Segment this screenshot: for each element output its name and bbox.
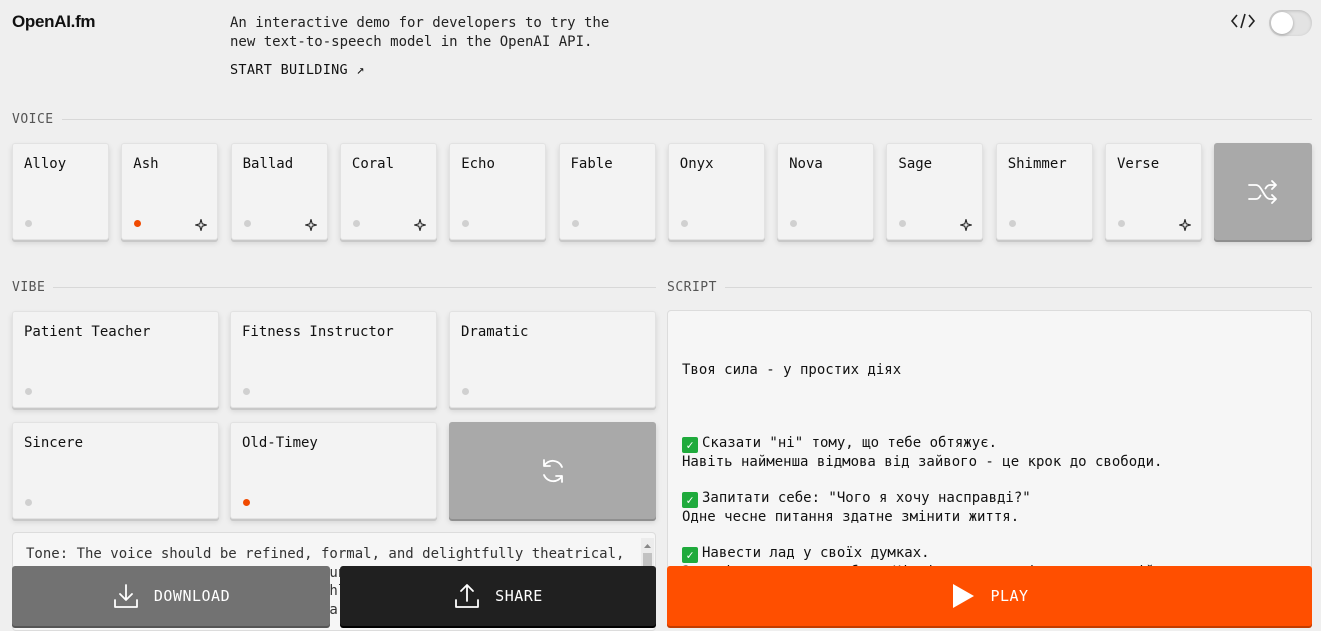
play-button[interactable]: PLAY — [667, 566, 1312, 626]
voice-label: Ash — [133, 156, 159, 172]
unselected-indicator — [1118, 220, 1125, 227]
unselected-indicator — [462, 220, 470, 227]
script-item: ✓ Сказати "ні" тому, що тебе обтяжує. Наві… — [682, 434, 1297, 471]
voice-option-nova[interactable]: Nova — [777, 143, 875, 240]
logo[interactable]: OpenAI.fm — [12, 12, 96, 32]
script-item: ✓ Запитати себе: "Чого я хочу насправді?"… — [682, 489, 1297, 526]
voice-option-echo[interactable]: Echo — [449, 143, 547, 240]
voice-label: Alloy — [24, 156, 67, 172]
voice-label: Sage — [898, 156, 933, 172]
download-button[interactable]: DOWNLOAD — [12, 566, 330, 626]
vibe-option-old-timey[interactable]: Old-Timey — [230, 422, 437, 519]
script-item-heading: Сказати "ні" тому, що тебе обтяжує. — [702, 435, 998, 452]
voice-option-verse[interactable]: Verse — [1105, 143, 1202, 240]
sparkle-icon — [960, 219, 973, 231]
voice-option-coral[interactable]: Coral — [339, 143, 437, 240]
play-icon — [953, 584, 975, 608]
voice-option-ballad[interactable]: Ballad — [230, 143, 328, 240]
voice-option-sage[interactable]: Sage — [886, 143, 984, 240]
voice-label: VOICE — [12, 112, 54, 127]
voice-label: Ballad — [242, 156, 294, 172]
refresh-icon — [542, 458, 563, 483]
unselected-indicator — [243, 388, 250, 395]
sparkle-icon — [304, 219, 317, 231]
check-icon: ✓ — [682, 437, 698, 454]
sparkle-icon — [413, 219, 426, 231]
sparkle-icon — [1179, 219, 1191, 231]
vibe-label: Patient Teacher — [24, 324, 151, 340]
refresh-vibes-button[interactable] — [449, 422, 656, 519]
voice-option-ash[interactable]: Ash — [121, 143, 219, 240]
voice-option-shimmer[interactable]: Shimmer — [995, 143, 1093, 240]
unselected-indicator — [571, 220, 579, 227]
unselected-indicator — [25, 499, 32, 506]
download-label: DOWNLOAD — [153, 587, 231, 605]
sparkle-icon — [195, 219, 208, 231]
download-icon — [113, 584, 138, 608]
script-item-body: Навіть найменша відмова від зайвого - це… — [682, 454, 1163, 471]
intro-text: An interactive demo for developers to tr… — [230, 15, 610, 50]
voice-section-header: VOICE — [12, 112, 1312, 127]
vibe-label: Dramatic — [461, 324, 529, 340]
vibe-label: Sincere — [24, 435, 84, 451]
dev-mode-toggle[interactable] — [1269, 10, 1312, 36]
vibe-option-patient-teacher[interactable]: Patient Teacher — [12, 311, 219, 408]
script-textarea[interactable]: Твоя сила - у простих діях ✓ Сказати "ні"… — [667, 310, 1312, 570]
voice-label: Coral — [351, 156, 395, 172]
vibe-label: VIBE — [12, 280, 46, 295]
vibe-label: Old-Timey — [242, 435, 318, 451]
vibe-option-sincere[interactable]: Sincere — [12, 422, 219, 519]
start-building-link[interactable]: START BUILDING ↗ — [230, 62, 365, 78]
script-item-body: Одне чесне питання здатне змінити життя. — [682, 509, 1020, 526]
vibe-option-dramatic[interactable]: Dramatic — [449, 311, 656, 408]
voice-label: Nova — [789, 156, 823, 172]
unselected-indicator — [899, 220, 907, 227]
shuffle-voice-button[interactable] — [1214, 143, 1312, 240]
check-icon: ✓ — [682, 547, 698, 564]
vibe-option-fitness-instructor[interactable]: Fitness Instructor — [230, 311, 437, 408]
script-item-heading: Навести лад у своїх думках. — [702, 545, 930, 562]
voice-label: Echo — [461, 156, 495, 172]
script-title: Твоя сила - у простих діях — [682, 362, 902, 379]
divider — [53, 287, 656, 288]
unselected-indicator — [352, 220, 360, 227]
toggle-knob — [1271, 12, 1293, 34]
unselected-indicator — [25, 220, 32, 227]
shuffle-icon — [1248, 179, 1277, 204]
code-icon[interactable] — [1228, 12, 1258, 34]
vibe-label: Fitness Instructor — [242, 324, 394, 340]
voice-option-alloy[interactable]: Alloy — [12, 143, 109, 240]
unselected-indicator — [243, 220, 251, 227]
voice-label: Onyx — [679, 156, 714, 172]
check-icon: ✓ — [682, 492, 698, 509]
share-button[interactable]: SHARE — [340, 566, 656, 626]
selected-indicator — [134, 220, 142, 227]
unselected-indicator — [790, 220, 798, 227]
voice-label: Shimmer — [1007, 156, 1067, 172]
divider — [724, 287, 1312, 288]
voice-label: Fable — [570, 156, 613, 172]
voice-label: Verse — [1117, 156, 1160, 172]
voice-option-onyx[interactable]: Onyx — [667, 143, 765, 240]
script-label: SCRIPT — [667, 280, 717, 295]
unselected-indicator — [462, 388, 469, 395]
script-section-header: SCRIPT — [667, 280, 1312, 295]
unselected-indicator — [680, 220, 688, 227]
voice-option-fable[interactable]: Fable — [558, 143, 656, 240]
divider — [61, 119, 1312, 120]
play-label: PLAY — [990, 587, 1029, 605]
unselected-indicator — [1008, 220, 1016, 227]
share-icon — [455, 584, 480, 608]
unselected-indicator — [25, 388, 32, 395]
vibe-section-header: VIBE — [12, 280, 656, 295]
share-label: SHARE — [495, 587, 543, 605]
script-item-heading: Запитати себе: "Чого я хочу насправді?" — [702, 490, 1031, 507]
selected-indicator — [243, 499, 250, 506]
